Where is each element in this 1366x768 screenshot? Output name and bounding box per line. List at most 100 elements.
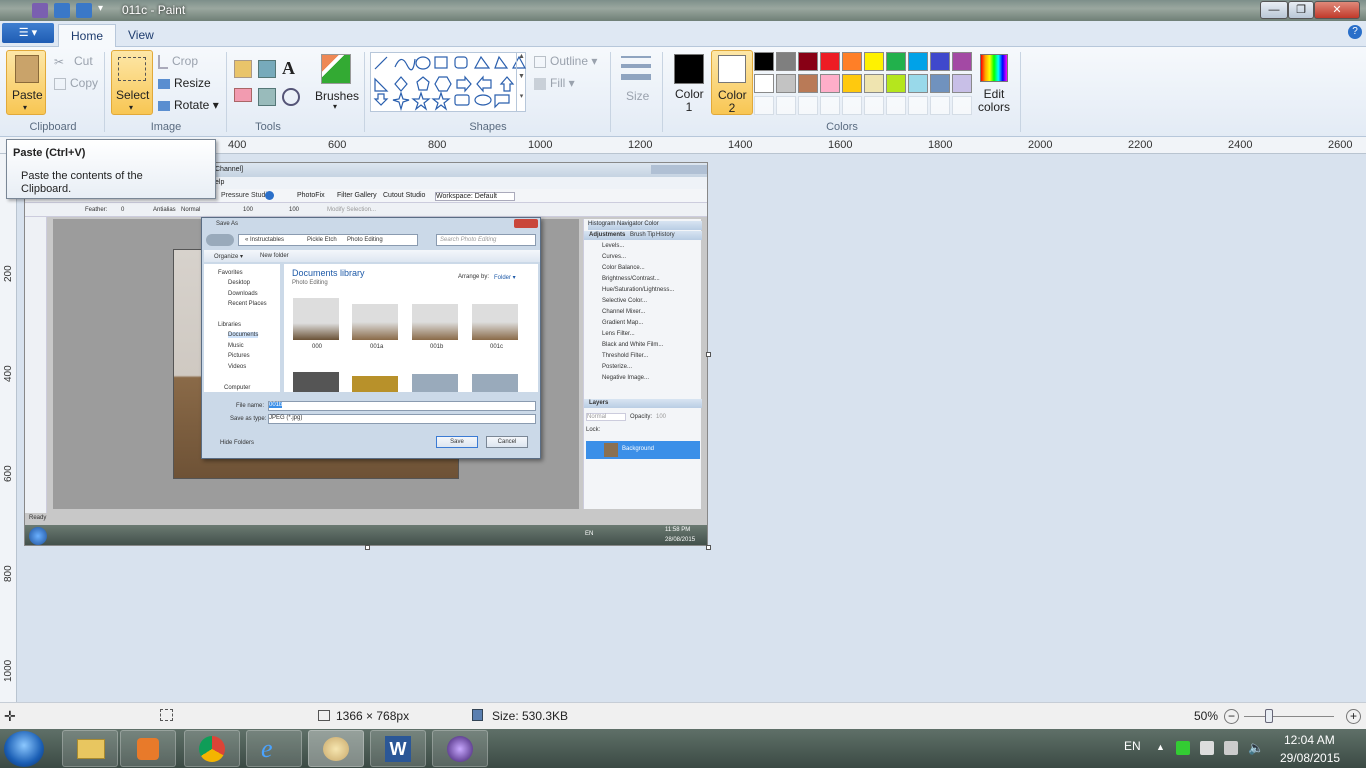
taskbar-chrome[interactable] <box>184 730 240 767</box>
magnifier-icon[interactable] <box>282 88 300 106</box>
undo-icon[interactable] <box>54 3 70 18</box>
size-button[interactable]: Size <box>618 52 654 112</box>
inner-menu-channel: Channel] <box>215 166 244 173</box>
zoom-slider-track[interactable] <box>1244 716 1334 717</box>
taskbar-ie[interactable]: e <box>246 730 302 767</box>
paste-button[interactable]: Paste ▾ <box>6 50 46 115</box>
inner-opt-feather-val: 0 <box>121 207 125 213</box>
taskbar-paint[interactable] <box>308 730 364 767</box>
pencil-icon[interactable] <box>234 60 252 78</box>
outline-button[interactable]: Outline ▾ <box>534 54 597 68</box>
save-as-type-label: Save as type: <box>230 416 267 422</box>
palette-swatch[interactable] <box>820 74 840 93</box>
minimize-button[interactable]: — <box>1260 1 1288 19</box>
maximize-button[interactable]: ❐ <box>1288 1 1314 19</box>
resize-handle[interactable] <box>706 545 711 550</box>
palette-swatch[interactable] <box>864 74 884 93</box>
palette-swatch[interactable] <box>820 52 840 71</box>
ruler-tick-label: 800 <box>428 139 447 151</box>
custom-color-slot[interactable] <box>776 96 796 115</box>
action-center-icon[interactable] <box>1200 741 1214 755</box>
palette-swatch[interactable] <box>864 52 884 71</box>
palette-swatch[interactable] <box>952 74 972 93</box>
color2-button[interactable]: Color 2 <box>711 50 753 115</box>
shapes-gallery[interactable] <box>370 52 527 112</box>
rotate-button[interactable]: Rotate ▾ <box>158 98 219 112</box>
show-hidden-icons[interactable]: ▲ <box>1156 742 1165 752</box>
custom-color-slot[interactable] <box>908 96 928 115</box>
custom-color-slot[interactable] <box>930 96 950 115</box>
clock-date[interactable]: 29/08/2015 <box>1280 751 1340 765</box>
palette-swatch[interactable] <box>908 74 928 93</box>
size-line-icon <box>621 64 651 68</box>
color1-button[interactable]: Color 1 <box>668 50 710 115</box>
brushes-button[interactable]: Brushes ▾ <box>313 52 359 114</box>
volume-icon[interactable]: 🔈 <box>1248 740 1264 756</box>
palette-swatch[interactable] <box>776 74 796 93</box>
clock-time[interactable]: 12:04 AM <box>1284 733 1335 747</box>
palette-swatch[interactable] <box>886 52 906 71</box>
selection-icon <box>118 57 146 81</box>
text-tool-icon[interactable]: A <box>282 58 295 79</box>
image-canvas[interactable]: Channel] elp Pressure Studio PhotoFix Fi… <box>24 162 708 546</box>
resize-handle[interactable] <box>706 352 711 357</box>
crop-button[interactable]: Crop <box>158 54 198 69</box>
close-button[interactable]: ✕ <box>1314 1 1360 19</box>
save-as-fav-1: Desktop <box>228 280 251 286</box>
inner-adjustment-item: Selective Color... <box>602 298 648 304</box>
palette-swatch[interactable] <box>930 74 950 93</box>
palette-swatch[interactable] <box>930 52 950 71</box>
zoom-in-button[interactable]: + <box>1346 709 1361 724</box>
save-as-lib-1: Documents <box>228 332 259 338</box>
network-icon[interactable] <box>1224 741 1238 755</box>
color2-label-a: Color <box>718 88 747 102</box>
palette-swatch[interactable] <box>798 52 818 71</box>
copy-button[interactable]: Copy <box>54 76 98 90</box>
custom-color-slot[interactable] <box>754 96 774 115</box>
palette-swatch[interactable] <box>754 74 774 93</box>
palette-swatch[interactable] <box>886 74 906 93</box>
zoom-slider-thumb[interactable] <box>1265 709 1273 723</box>
tray-app-icon[interactable] <box>1176 741 1190 755</box>
redo-icon[interactable] <box>76 3 92 18</box>
customize-quick-access-icon[interactable]: ▾ <box>98 3 103 14</box>
eraser-icon[interactable] <box>234 88 252 102</box>
palette-swatch[interactable] <box>798 74 818 93</box>
fill-bucket-icon[interactable] <box>258 60 276 78</box>
custom-color-slot[interactable] <box>864 96 884 115</box>
start-button[interactable] <box>4 731 44 767</box>
taskbar-explorer[interactable] <box>62 730 118 767</box>
help-icon[interactable]: ? <box>1348 25 1362 39</box>
taskbar-photo-editor[interactable] <box>432 730 488 767</box>
language-indicator[interactable]: EN <box>1124 739 1141 753</box>
edit-colors-button[interactable]: Edit colors <box>976 52 1012 114</box>
custom-color-slot[interactable] <box>886 96 906 115</box>
custom-color-slot[interactable] <box>842 96 862 115</box>
palette-swatch[interactable] <box>842 52 862 71</box>
save-icon[interactable] <box>32 3 48 18</box>
zoom-out-button[interactable]: − <box>1224 709 1239 724</box>
select-button[interactable]: Select ▾ <box>111 50 153 115</box>
palette-swatch[interactable] <box>908 52 928 71</box>
inner-adjustment-item: Brightness/Contrast... <box>602 276 660 282</box>
resize-button[interactable]: Resize <box>158 76 211 90</box>
cut-button[interactable]: ✂ Cut <box>54 54 93 69</box>
palette-swatch[interactable] <box>842 74 862 93</box>
color1-label-b: 1 <box>685 100 693 114</box>
palette-swatch[interactable] <box>754 52 774 71</box>
palette-swatch[interactable] <box>952 52 972 71</box>
resize-handle[interactable] <box>365 545 370 550</box>
taskbar-word[interactable]: W <box>370 730 426 767</box>
custom-color-slot[interactable] <box>820 96 840 115</box>
shapes-scroll[interactable]: ▲ ▼ ▾ <box>516 52 526 112</box>
inner-adjustment-item: Hue/Saturation/Lightness... <box>602 287 675 293</box>
fill-button[interactable]: Fill ▾ <box>534 76 575 90</box>
custom-color-slot[interactable] <box>798 96 818 115</box>
taskbar-media-player[interactable] <box>120 730 176 767</box>
color-picker-icon[interactable] <box>258 88 276 106</box>
custom-color-slot[interactable] <box>952 96 972 115</box>
tab-view[interactable]: View <box>116 24 166 47</box>
tab-home[interactable]: Home <box>58 24 117 47</box>
file-menu-button[interactable]: ☰ ▾ <box>2 23 54 43</box>
palette-swatch[interactable] <box>776 52 796 71</box>
